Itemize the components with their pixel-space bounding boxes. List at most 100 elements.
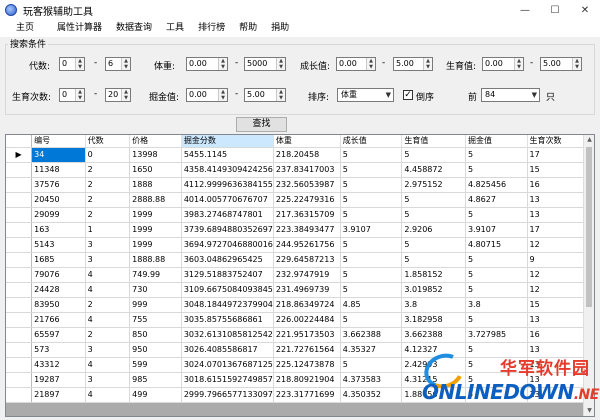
table-cell[interactable]: 221.95173503 xyxy=(273,327,341,343)
table-cell[interactable]: 4.825456 xyxy=(465,177,528,193)
table-cell[interactable]: 5 xyxy=(340,162,403,178)
table-cell[interactable]: 5 xyxy=(465,207,528,223)
col-header-id[interactable]: 编号 xyxy=(31,135,86,148)
table-cell[interactable]: 4.80715 xyxy=(465,237,528,253)
table-cell[interactable]: 43312 xyxy=(31,357,86,373)
generation-max-input[interactable]: 6 ▲ ▼ xyxy=(105,57,131,71)
table-cell[interactable]: 79076 xyxy=(31,267,86,283)
table-cell[interactable]: 34 xyxy=(31,147,86,163)
table-cell[interactable]: 4 xyxy=(85,267,131,283)
table-cell[interactable]: 3.662388 xyxy=(340,327,403,343)
col-header-generation[interactable]: 代数 xyxy=(85,135,131,148)
table-cell[interactable]: 755 xyxy=(129,312,182,328)
row-header[interactable] xyxy=(6,342,33,358)
maximize-button[interactable]: ☐ xyxy=(540,0,570,20)
table-row[interactable]: 29099 2 1999 3983.27468747801 217.36315709 5 5… xyxy=(6,207,594,223)
breed-count-max-input[interactable]: 20 ▲ ▼ xyxy=(105,88,131,102)
row-header[interactable] xyxy=(6,312,33,328)
table-cell[interactable]: 3694.9727046880016 xyxy=(181,237,274,253)
table-cell[interactable]: 5455.1145 xyxy=(181,147,274,163)
table-cell[interactable]: 749.99 xyxy=(129,267,182,283)
table-cell[interactable]: 19287 xyxy=(31,372,86,388)
table-cell[interactable]: 2 xyxy=(85,327,131,343)
table-cell[interactable]: 2999.7966577133097 xyxy=(181,387,274,403)
table-cell[interactable]: 5 xyxy=(340,282,403,298)
mining-min-input[interactable]: 0.00 ▲ ▼ xyxy=(186,88,228,102)
table-cell[interactable]: 5 xyxy=(401,252,466,268)
table-cell[interactable]: 3.8 xyxy=(401,297,466,313)
table-cell[interactable]: 3 xyxy=(85,342,131,358)
table-cell[interactable]: 4.373583 xyxy=(340,372,403,388)
table-cell[interactable]: 3739.6894880352697 xyxy=(181,222,274,238)
table-row[interactable]: 83950 2 999 3048.1844972379904 218.86349724 4… xyxy=(6,297,594,313)
table-cell[interactable]: 1.858152 xyxy=(401,267,466,283)
table-cell[interactable]: 4.458872 xyxy=(401,162,466,178)
table-cell[interactable]: 229.64587213 xyxy=(273,252,341,268)
table-row[interactable]: 1685 3 1888.88 3603.04862965425 229.64587213… xyxy=(6,252,594,268)
table-cell[interactable]: 4 xyxy=(85,282,131,298)
table-cell[interactable]: 163 xyxy=(31,222,86,238)
table-cell[interactable]: 218.20458 xyxy=(273,147,341,163)
table-cell[interactable]: 3603.04862965425 xyxy=(181,252,274,268)
table-cell[interactable]: 5 xyxy=(465,267,528,283)
row-header[interactable] xyxy=(6,267,33,283)
table-cell[interactable]: 2.975152 xyxy=(401,177,466,193)
row-header[interactable] xyxy=(6,327,33,343)
col-header-mining-score[interactable]: 掘金分数 xyxy=(181,135,274,148)
table-cell[interactable]: 4.350352 xyxy=(340,387,403,403)
table-cell[interactable]: 850 xyxy=(129,327,182,343)
row-header[interactable] xyxy=(6,372,33,388)
fertility-max-input[interactable]: 5.00 ▲ ▼ xyxy=(540,57,582,71)
generation-min-input[interactable]: 0 ▲ ▼ xyxy=(59,57,85,71)
table-cell[interactable]: 3024.0701367687125 xyxy=(181,357,274,373)
table-cell[interactable]: 223.38493477 xyxy=(273,222,341,238)
table-cell[interactable]: 4.8627 xyxy=(465,192,528,208)
table-cell[interactable]: 5 xyxy=(340,147,403,163)
table-cell[interactable]: 13998 xyxy=(129,147,182,163)
menu-tools[interactable]: 工具 xyxy=(159,20,191,37)
table-cell[interactable]: 5 xyxy=(401,237,466,253)
table-cell[interactable]: 2 xyxy=(85,207,131,223)
row-header[interactable] xyxy=(6,282,33,298)
table-cell[interactable]: 5 xyxy=(465,162,528,178)
col-header-growth[interactable]: 成长值 xyxy=(340,135,403,148)
table-cell[interactable]: 1999 xyxy=(129,207,182,223)
menu-donate[interactable]: 捐助 xyxy=(264,20,296,37)
row-header[interactable] xyxy=(6,207,33,223)
row-header[interactable] xyxy=(6,252,33,268)
table-cell[interactable]: 231.4969739 xyxy=(273,282,341,298)
row-header[interactable] xyxy=(6,387,33,403)
row-header[interactable] xyxy=(6,237,33,253)
row-header[interactable] xyxy=(6,222,33,238)
table-cell[interactable]: 1685 xyxy=(31,252,86,268)
table-row[interactable]: 79076 4 749.99 3129.51883752407 232.9747919 5… xyxy=(6,267,594,283)
table-cell[interactable]: 4358.4149309424256 xyxy=(181,162,274,178)
table-cell[interactable]: 244.95261756 xyxy=(273,237,341,253)
table-cell[interactable]: 5 xyxy=(340,177,403,193)
table-cell[interactable]: 3048.1844972379904 xyxy=(181,297,274,313)
table-cell[interactable]: 3026.4085586817 xyxy=(181,342,274,358)
table-cell[interactable]: 599 xyxy=(129,357,182,373)
table-cell[interactable]: 573 xyxy=(31,342,86,358)
table-cell[interactable]: 3983.27468747801 xyxy=(181,207,274,223)
table-cell[interactable]: 3 xyxy=(85,252,131,268)
table-cell[interactable]: 5 xyxy=(465,282,528,298)
table-cell[interactable]: 3.182958 xyxy=(401,312,466,328)
table-cell[interactable]: 226.00224484 xyxy=(273,312,341,328)
breed-count-min-input[interactable]: 0 ▲ ▼ xyxy=(59,88,85,102)
table-cell[interactable]: 218.80921904 xyxy=(273,372,341,388)
table-cell[interactable]: 4 xyxy=(85,312,131,328)
growth-min-input[interactable]: 0.00 ▲ ▼ xyxy=(336,57,376,71)
table-cell[interactable]: 4.35327 xyxy=(340,342,403,358)
table-cell[interactable]: 5 xyxy=(465,312,528,328)
col-header-fertility[interactable]: 生育值 xyxy=(401,135,466,148)
search-button[interactable]: 查找 xyxy=(236,117,287,132)
weight-min-input[interactable]: 0.00 ▲ ▼ xyxy=(186,57,228,71)
menu-help[interactable]: 帮助 xyxy=(232,20,264,37)
table-cell[interactable]: 5 xyxy=(340,357,403,373)
top-count-select[interactable]: 84 ▼ xyxy=(481,88,540,102)
row-header[interactable] xyxy=(6,192,33,208)
table-row[interactable]: 37576 2 1888 4112.9999636384155 232.56053987… xyxy=(6,177,594,193)
table-cell[interactable]: 218.86349724 xyxy=(273,297,341,313)
weight-max-input[interactable]: 5000 ▲ ▼ xyxy=(244,57,286,71)
